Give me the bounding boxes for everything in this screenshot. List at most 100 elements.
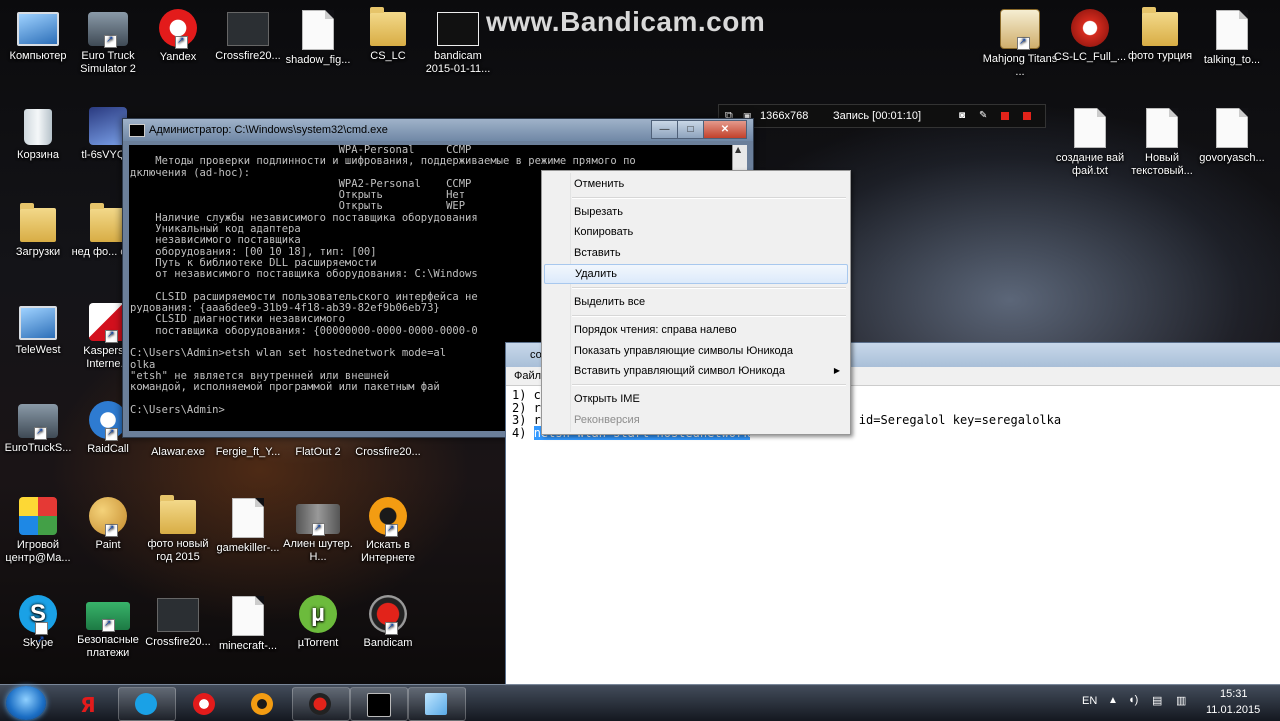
desktop-icon-label: Fergie_ft_Y...: [215, 446, 281, 458]
desktop-icon-gamekiller[interactable]: gamekiller-...: [210, 494, 286, 555]
menu-item-rtl-reading-order[interactable]: Порядок чтения: справа налево: [544, 320, 848, 340]
taskbar-skype[interactable]: [118, 687, 176, 721]
network-tray-icon[interactable]: ▥: [1176, 694, 1186, 707]
text-file-icon: [1146, 108, 1178, 148]
bandicam-resolution: 1366x768: [760, 110, 809, 122]
desktop-icon-euro-truck[interactable]: Euro Truck Simulator 2: [70, 6, 146, 76]
taskbar-cmd[interactable]: [350, 687, 408, 721]
bandicam-icon: [309, 693, 331, 715]
pencil-icon[interactable]: ✎: [979, 105, 987, 127]
desktop-icon-label: Загрузки: [15, 246, 61, 258]
menu-item-select-all[interactable]: Выделить все: [544, 292, 848, 312]
notepad-line-4: 4): [512, 425, 534, 440]
desktop-icon-yandex[interactable]: Yandex: [140, 6, 216, 64]
desktop-icon-eurotrucks[interactable]: EuroTruckS...: [0, 398, 76, 455]
desktop-icon-game-center[interactable]: Игровой центр@Ma...: [0, 494, 76, 565]
yandex-browser-icon: Я: [80, 693, 96, 717]
desktop-icon-foto-new-year[interactable]: фото новый год 2015: [140, 494, 216, 564]
desktop-icon-label: talking_to...: [1203, 54, 1261, 66]
record-icon[interactable]: [1023, 112, 1031, 120]
desktop-icon-govoryasch[interactable]: govoryasch...: [1194, 104, 1270, 165]
desktop-icon-alien-shooter[interactable]: Алиен шутер. Н...: [280, 494, 356, 564]
desktop-icon-minecraft[interactable]: minecraft-...: [210, 592, 286, 653]
menu-item-paste[interactable]: Вставить: [544, 243, 848, 263]
cmd-line: Методы проверки подлинности и шифрования…: [130, 155, 636, 168]
gun-icon: [296, 504, 340, 536]
skype-icon: [135, 693, 157, 715]
taskbar-mail-agent[interactable]: [234, 687, 292, 721]
cmd-titlebar[interactable]: Администратор: C:\Windows\system32\cmd.e…: [123, 119, 753, 141]
desktop-icon-mahjong[interactable]: Mahjong Titans ...: [982, 6, 1058, 79]
truck-icon: [18, 404, 58, 440]
language-indicator[interactable]: EN: [1082, 695, 1097, 707]
skype-icon: S: [19, 595, 57, 658]
menu-item-copy[interactable]: Копировать: [544, 222, 848, 242]
context-menu: Отменить Вырезать Копировать Вставить Уд…: [541, 170, 851, 435]
start-button[interactable]: [6, 686, 46, 720]
desktop-icon-label: Euro Truck Simulator 2: [80, 50, 136, 75]
desktop-icon-paint[interactable]: Paint: [70, 494, 146, 552]
desktop-icon-shadow-fig[interactable]: shadow_fig...: [280, 6, 356, 67]
desktop-icon-cs-lc-full[interactable]: CS-LC_Full_...: [1052, 6, 1128, 64]
taskbar-bandicam[interactable]: [292, 687, 350, 721]
desktop-icon-new-text[interactable]: Новый текстовый...: [1124, 104, 1200, 178]
desktop-icon-crossfire[interactable]: Crossfire20...: [210, 6, 286, 63]
desktop-icon-computer[interactable]: Компьютер: [0, 6, 76, 63]
clock-time[interactable]: 15:31: [1220, 688, 1248, 700]
menu-item-cut[interactable]: Вырезать: [544, 202, 848, 222]
desktop-icon-label: govoryasch...: [1199, 152, 1265, 164]
folder-icon: [1142, 7, 1178, 46]
minimize-button[interactable]: —: [651, 120, 678, 139]
menu-item-label: Копировать: [574, 226, 634, 238]
desktop-icon-label: фото новый год 2015: [147, 538, 209, 563]
taskbar-yandex[interactable]: [176, 687, 234, 721]
folder-icon: [90, 203, 126, 242]
tray-expand-icon[interactable]: ▲: [1108, 695, 1118, 706]
computer-icon: [17, 12, 59, 46]
desktop-icon-label: µTorrent: [297, 637, 339, 649]
video-file-icon: [437, 12, 479, 46]
menu-item-undo[interactable]: Отменить: [544, 174, 848, 194]
taskbar-yandex-browser[interactable]: Я: [60, 687, 118, 721]
desktop-icon-utorrent[interactable]: µ µTorrent: [280, 592, 356, 650]
menu-item-reconversion: Реконверсия: [544, 410, 848, 430]
menu-item-delete[interactable]: Удалить: [544, 264, 848, 284]
menu-item-label: Показать управляющие символы Юникода: [574, 345, 793, 357]
desktop-icon-label: CS_LC: [370, 50, 406, 62]
menu-item-show-unicode-controls[interactable]: Показать управляющие символы Юникода: [544, 341, 848, 361]
bandicam-recording-bar: ⧉ ▣ 1366x768 Запись [00:01:10] ◙ ✎: [718, 104, 1046, 128]
menu-item-open-ime[interactable]: Открыть IME: [544, 389, 848, 409]
desktop-icon-safe-payments[interactable]: Безопасные платежи: [70, 592, 146, 660]
utorrent-icon: µ: [299, 595, 337, 633]
desktop-icon-telewest[interactable]: TeleWest: [0, 300, 76, 357]
desktop-icon-recycle-bin[interactable]: Корзина: [0, 104, 76, 162]
desktop-icon-talking-to[interactable]: talking_to...: [1194, 6, 1270, 67]
desktop-icon-bandicam[interactable]: Bandicam: [350, 592, 426, 650]
cmd-title: Администратор: C:\Windows\system32\cmd.e…: [149, 124, 388, 136]
taskbar-notepad[interactable]: [408, 687, 466, 721]
bandicam-icon: [369, 595, 407, 635]
desktop-icon-label: TeleWest: [15, 344, 61, 356]
menu-item-label: Порядок чтения: справа налево: [574, 324, 737, 336]
device-icon[interactable]: ▤: [1152, 694, 1162, 707]
crossfire-logo-icon: [1071, 9, 1109, 47]
desktop-icon-foto-turciya[interactable]: фото турция: [1122, 6, 1198, 63]
clock-date[interactable]: 11.01.2015: [1206, 704, 1260, 716]
desktop-icon-skype[interactable]: S Skype: [0, 592, 76, 658]
desktop-icon-downloads[interactable]: Загрузки: [0, 202, 76, 259]
camera-icon[interactable]: ◙: [959, 105, 965, 127]
menu-file[interactable]: Файл: [514, 370, 541, 382]
close-button[interactable]: ✕: [703, 120, 747, 139]
maximize-button[interactable]: □: [677, 120, 704, 139]
menu-item-insert-unicode-control[interactable]: Вставить управляющий символ Юникода ▶: [544, 361, 848, 381]
desktop-icon-label: Игровой центр@Ma...: [5, 539, 71, 564]
stop-record-icon[interactable]: [1001, 112, 1009, 120]
text-file-icon: [1074, 108, 1106, 148]
desktop-icon-crossfire-3[interactable]: Crossfire20...: [140, 592, 216, 649]
desktop-icon-search-internet[interactable]: Искать в Интернете: [350, 494, 426, 565]
desktop-icon-sozdanie-wifi[interactable]: создание вай фай.txt: [1052, 104, 1128, 178]
volume-icon[interactable]: ◖): [1128, 694, 1138, 706]
desktop-icon-cs-lc[interactable]: CS_LC: [350, 6, 426, 63]
menu-item-label: Удалить: [575, 268, 617, 280]
desktop-icon-bandicam-video[interactable]: bandicam 2015-01-11...: [420, 6, 496, 76]
